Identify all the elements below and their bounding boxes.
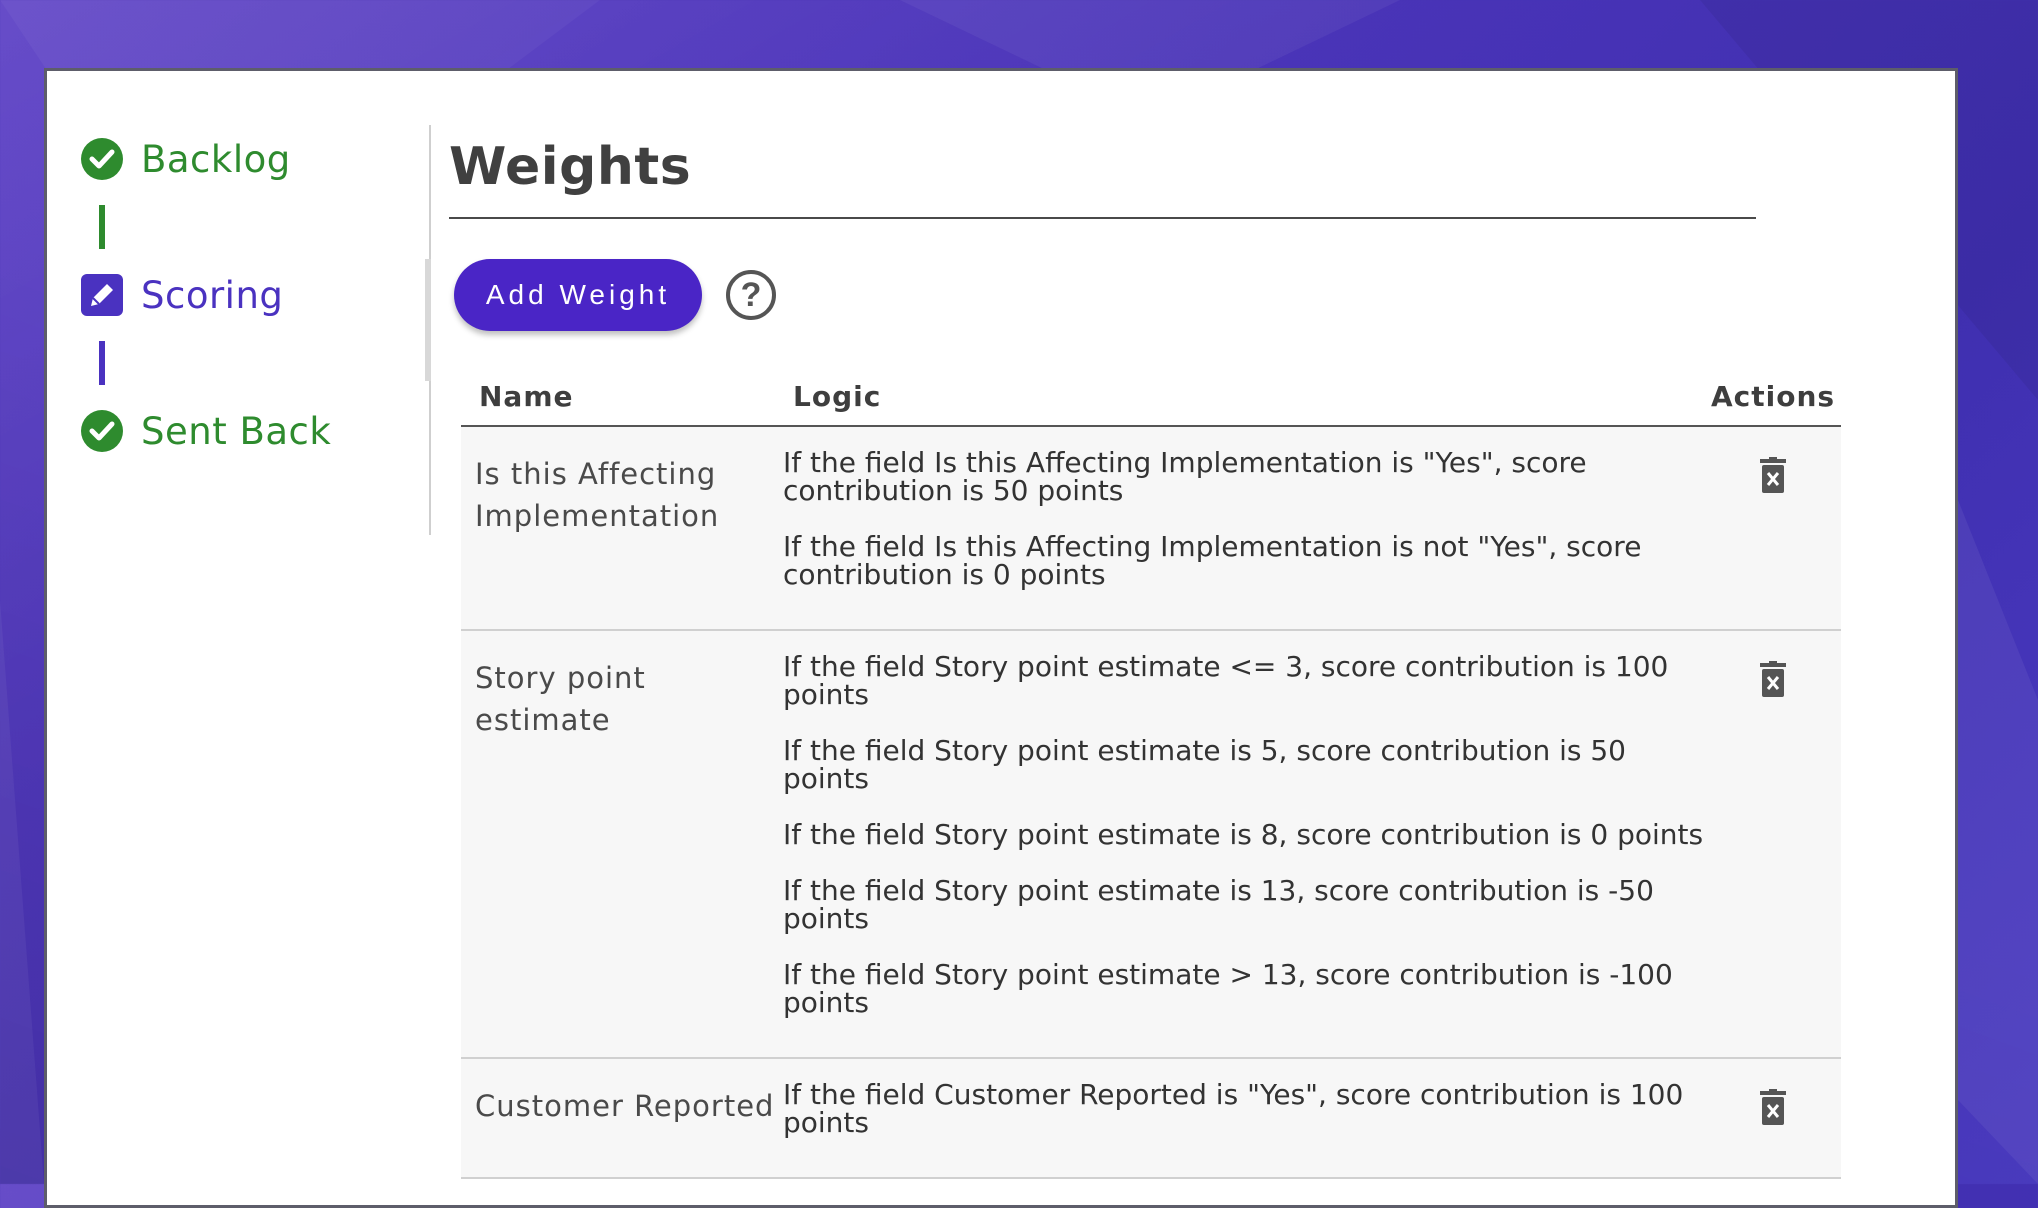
logic-rule: If the field Story point estimate is 5, …	[783, 734, 1626, 795]
column-header-logic: Logic	[793, 380, 882, 413]
row-actions	[1705, 426, 1841, 630]
logic-rule: If the field Customer Reported is "Yes",…	[783, 1078, 1684, 1139]
step-backlog[interactable]: Backlog	[81, 131, 421, 187]
weight-name: Customer Reported	[475, 1089, 775, 1123]
weights-panel: Weights Add Weight ? Name Logic Actions …	[449, 131, 1929, 1179]
step-label: Sent Back	[141, 409, 332, 453]
weight-logic: If the field Story point estimate <= 3, …	[777, 630, 1705, 1058]
step-connector	[99, 205, 105, 249]
title-underline	[449, 217, 1756, 219]
logic-rule: If the field Story point estimate is 13,…	[783, 874, 1654, 935]
step-sent-back[interactable]: Sent Back	[81, 403, 421, 459]
check-circle-icon	[81, 138, 123, 180]
row-actions	[1705, 630, 1841, 1058]
column-header-name[interactable]: Name	[461, 373, 777, 426]
row-actions	[1705, 1058, 1841, 1178]
workflow-stepper: Backlog Scoring Sent Back	[81, 131, 421, 459]
delete-icon[interactable]	[1757, 1089, 1789, 1125]
weight-logic: If the field Is this Affecting Implement…	[777, 426, 1705, 630]
toolbar: Add Weight ?	[454, 259, 1929, 331]
step-label: Backlog	[141, 137, 291, 181]
step-label: Scoring	[141, 273, 284, 317]
weight-name: Story point estimate	[475, 661, 646, 737]
delete-icon[interactable]	[1757, 457, 1789, 493]
weight-name: Is this Affecting Implementation	[475, 457, 720, 533]
check-circle-icon	[81, 410, 123, 452]
weight-logic: If the field Customer Reported is "Yes",…	[777, 1058, 1705, 1178]
table-row: Story point estimate If the field Story …	[461, 630, 1841, 1058]
step-connector	[99, 341, 105, 385]
page-title: Weights	[449, 137, 692, 197]
logic-rule: If the field Is this Affecting Implement…	[783, 446, 1587, 507]
step-scoring[interactable]: Scoring	[81, 267, 421, 323]
column-header-actions: Actions	[1710, 380, 1836, 413]
scrollbar-thumb[interactable]	[425, 259, 431, 381]
logic-rule: If the field Story point estimate > 13, …	[783, 958, 1673, 1019]
table-row: Is this Affecting Implementation If the …	[461, 426, 1841, 630]
delete-icon[interactable]	[1757, 661, 1789, 697]
add-weight-button[interactable]: Add Weight	[454, 259, 702, 331]
logic-rule: If the field Story point estimate <= 3, …	[783, 650, 1669, 711]
help-icon[interactable]: ?	[726, 270, 776, 320]
table-row: Customer Reported If the field Customer …	[461, 1058, 1841, 1178]
pencil-icon	[81, 274, 123, 316]
table-header-row: Name Logic Actions	[461, 373, 1841, 426]
logic-rule: If the field Is this Affecting Implement…	[783, 530, 1642, 591]
weights-table: Name Logic Actions Is this Affecting Imp…	[461, 373, 1841, 1179]
main-card: Backlog Scoring Sent Back Weights Add We…	[44, 68, 1958, 1208]
logic-rule: If the field Story point estimate is 8, …	[783, 818, 1704, 851]
